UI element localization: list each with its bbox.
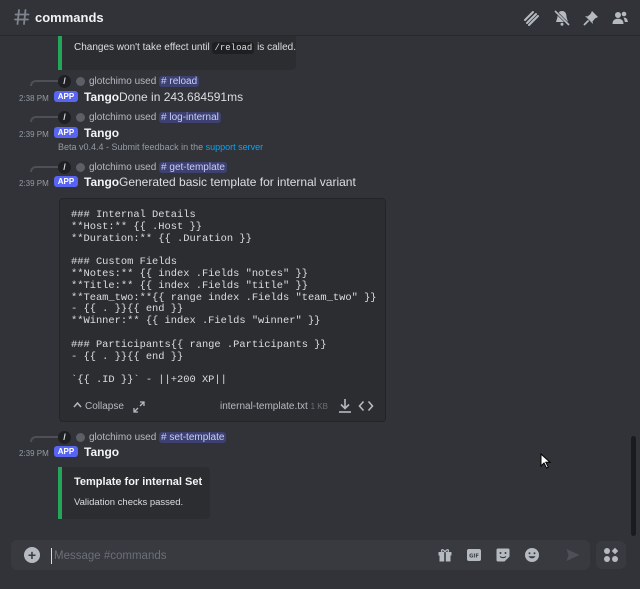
file-preview: ### Internal Details **Host:** {{ .Host … [59,198,386,422]
send-icon[interactable] [565,547,581,563]
slash-command-icon: / [58,161,71,174]
slash-command-icon: / [58,75,71,88]
message-input[interactable] [51,548,381,564]
command-mention[interactable]: # reload [159,76,200,87]
app-badge: APP [54,91,78,102]
slash-command-icon: / [58,111,71,124]
gift-icon[interactable] [437,547,453,563]
timestamp[interactable]: 2:39 PM [19,449,49,458]
message-list[interactable]: Changes won't take effect until /reload … [0,36,632,536]
threads-icon[interactable] [522,9,540,27]
collapse-button[interactable]: Collapse [73,401,124,412]
app-badge: APP [54,446,78,457]
add-icon[interactable]: + [24,547,40,563]
apps-button[interactable] [596,541,626,569]
embed-title: Template for internal Set [74,476,203,488]
avatar[interactable] [76,433,85,442]
embed: Changes won't take effect until /reload … [58,36,296,70]
timestamp[interactable]: 2:39 PM [19,130,49,139]
app-badge: APP [54,127,78,138]
avatar[interactable] [76,113,85,122]
message-content: Generated basic template for internal va… [119,175,356,189]
timestamp[interactable]: 2:39 PM [19,179,49,188]
view-code-icon[interactable] [358,398,374,414]
command-reference[interactable]: glotchimo used # reload [89,76,200,87]
notifications-muted-icon[interactable] [553,9,571,27]
expand-icon[interactable] [133,401,145,413]
reply-spine [30,80,58,86]
reply-spine [30,116,58,122]
command-reference[interactable]: glotchimo used # set-template [89,432,227,443]
command-mention[interactable]: # log-internal [159,112,221,123]
command-mention[interactable]: # set-template [159,432,227,443]
author-name[interactable]: Tango [84,175,119,189]
member-list-icon[interactable] [611,9,629,27]
sticker-icon[interactable] [495,547,511,563]
avatar[interactable] [76,77,85,86]
code-content[interactable]: ### Internal Details **Host:** {{ .Host … [71,209,377,387]
inline-code: /reload [212,42,255,54]
reply-spine [30,166,58,172]
scrollbar[interactable] [631,436,636,536]
slash-command-icon: / [58,431,71,444]
pin-icon[interactable] [582,9,600,27]
command-reference[interactable]: glotchimo used # log-internal [89,112,221,123]
message-composer: + GIF [11,540,590,570]
author-name[interactable]: Tango [84,126,119,140]
file-size: 1 KB [310,402,328,411]
support-server-link[interactable]: support server [206,142,264,152]
emoji-icon[interactable] [524,547,540,563]
message-content: Done in 243.684591ms [119,90,244,104]
chevron-up-icon [73,401,82,408]
author-name[interactable]: Tango [84,90,119,104]
command-reference[interactable]: glotchimo used # get-template [89,162,227,173]
reply-spine [30,436,58,442]
beta-footer: Beta v0.4.4 - Submit feedback in the sup… [58,142,264,152]
embed: Template for internal Set Validation che… [58,467,210,519]
download-icon[interactable] [338,398,352,414]
embed-description: Validation checks passed. [74,497,184,508]
embed-description: Changes won't take effect until /reload … [74,42,296,54]
avatar[interactable] [76,163,85,172]
app-badge: APP [54,176,78,187]
mouse-cursor-icon [540,453,552,469]
gif-icon[interactable]: GIF [466,547,482,563]
hash-icon [14,9,30,25]
timestamp[interactable]: 2:38 PM [19,94,49,103]
channel-header: commands [0,0,640,36]
apps-icon [604,547,619,562]
author-name[interactable]: Tango [84,445,119,459]
command-mention[interactable]: # get-template [159,162,227,173]
file-name[interactable]: internal-template.txt 1 KB [220,401,328,412]
svg-text:GIF: GIF [469,554,479,560]
channel-name: commands [35,10,104,25]
file-preview-footer: Collapse internal-template.txt 1 KB [60,395,385,421]
